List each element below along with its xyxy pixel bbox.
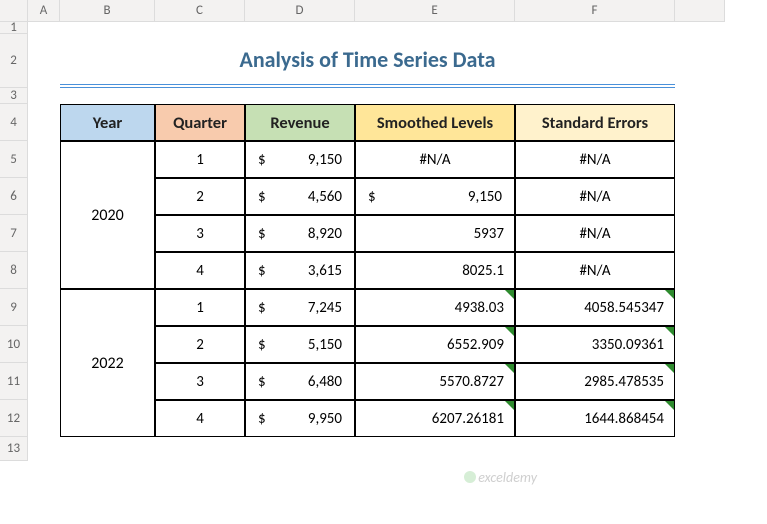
cell-smoothed[interactable]: #N/A bbox=[355, 141, 515, 178]
cell-revenue[interactable]: $6,480 bbox=[245, 363, 355, 400]
row-header-9[interactable]: 9 bbox=[0, 289, 28, 326]
row-header-6[interactable]: 6 bbox=[0, 178, 28, 215]
cell-stderr[interactable]: #N/A bbox=[515, 252, 675, 289]
row-header-5[interactable]: 5 bbox=[0, 141, 28, 178]
cell-stderr[interactable]: #N/A bbox=[515, 178, 675, 215]
header-smoothed: Smoothed Levels bbox=[355, 104, 515, 141]
cell-quarter[interactable]: 3 bbox=[155, 215, 245, 252]
cell-stderr[interactable]: #N/A bbox=[515, 215, 675, 252]
row-header-1[interactable]: 1 bbox=[0, 22, 28, 34]
cell-stderr[interactable]: #N/A bbox=[515, 141, 675, 178]
cell-smoothed[interactable]: 4938.03 bbox=[355, 289, 515, 326]
cell-revenue[interactable]: $3,615 bbox=[245, 252, 355, 289]
row-header-4[interactable]: 4 bbox=[0, 104, 28, 141]
cell-revenue[interactable]: $8,920 bbox=[245, 215, 355, 252]
page-title: Analysis of Time Series Data bbox=[60, 34, 675, 88]
cell-revenue[interactable]: $7,245 bbox=[245, 289, 355, 326]
header-quarter: Quarter bbox=[155, 104, 245, 141]
header-year: Year bbox=[60, 104, 155, 141]
cell-quarter[interactable]: 2 bbox=[155, 326, 245, 363]
col-header-C[interactable]: C bbox=[155, 0, 245, 22]
logo-dot-icon bbox=[464, 471, 476, 483]
row-header-3[interactable]: 3 bbox=[0, 88, 28, 104]
col-header-E[interactable]: E bbox=[355, 0, 515, 22]
cell-quarter[interactable]: 1 bbox=[155, 289, 245, 326]
col-header-B[interactable]: B bbox=[60, 0, 155, 22]
cell-smoothed[interactable]: 6207.26181 bbox=[355, 400, 515, 437]
cell-quarter[interactable]: 4 bbox=[155, 252, 245, 289]
row-header-8[interactable]: 8 bbox=[0, 252, 28, 289]
cell-smoothed[interactable]: 5570.8727 bbox=[355, 363, 515, 400]
select-all-corner[interactable] bbox=[0, 0, 28, 22]
col-header-A[interactable]: A bbox=[28, 0, 60, 22]
header-revenue: Revenue bbox=[245, 104, 355, 141]
header-stderr: Standard Errors bbox=[515, 104, 675, 141]
cell-quarter[interactable]: 1 bbox=[155, 141, 245, 178]
row-header-11[interactable]: 11 bbox=[0, 363, 28, 400]
cell-revenue[interactable]: $9,950 bbox=[245, 400, 355, 437]
cell-smoothed[interactable]: 8025.1 bbox=[355, 252, 515, 289]
cell-quarter[interactable]: 4 bbox=[155, 400, 245, 437]
cell-quarter[interactable]: 2 bbox=[155, 178, 245, 215]
cell-revenue[interactable]: $4,560 bbox=[245, 178, 355, 215]
cell-stderr[interactable]: 1644.868454 bbox=[515, 400, 675, 437]
spreadsheet-grid: A B C D E F 1 2 Analysis of Time Series … bbox=[0, 0, 767, 461]
row-header-2[interactable]: 2 bbox=[0, 34, 28, 88]
row-header-13[interactable]: 13 bbox=[0, 437, 28, 461]
col-header-blank[interactable] bbox=[675, 0, 725, 22]
row-header-10[interactable]: 10 bbox=[0, 326, 28, 363]
cell-smoothed[interactable]: 5937 bbox=[355, 215, 515, 252]
cell-stderr[interactable]: 2985.478535 bbox=[515, 363, 675, 400]
row-header-12[interactable]: 12 bbox=[0, 400, 28, 437]
cell-stderr[interactable]: 4058.545347 bbox=[515, 289, 675, 326]
col-header-D[interactable]: D bbox=[245, 0, 355, 22]
cell-quarter[interactable]: 3 bbox=[155, 363, 245, 400]
col-header-F[interactable]: F bbox=[515, 0, 675, 22]
cell-smoothed[interactable]: $9,150 bbox=[355, 178, 515, 215]
watermark: exceldemy bbox=[464, 469, 537, 486]
cell-year-2022[interactable]: 2022 bbox=[60, 289, 155, 437]
row-header-7[interactable]: 7 bbox=[0, 215, 28, 252]
cell-revenue[interactable]: $5,150 bbox=[245, 326, 355, 363]
cell-stderr[interactable]: 3350.09361 bbox=[515, 326, 675, 363]
cell-year-2020[interactable]: 2020 bbox=[60, 141, 155, 289]
cell-smoothed[interactable]: 6552.909 bbox=[355, 326, 515, 363]
cell-revenue[interactable]: $9,150 bbox=[245, 141, 355, 178]
